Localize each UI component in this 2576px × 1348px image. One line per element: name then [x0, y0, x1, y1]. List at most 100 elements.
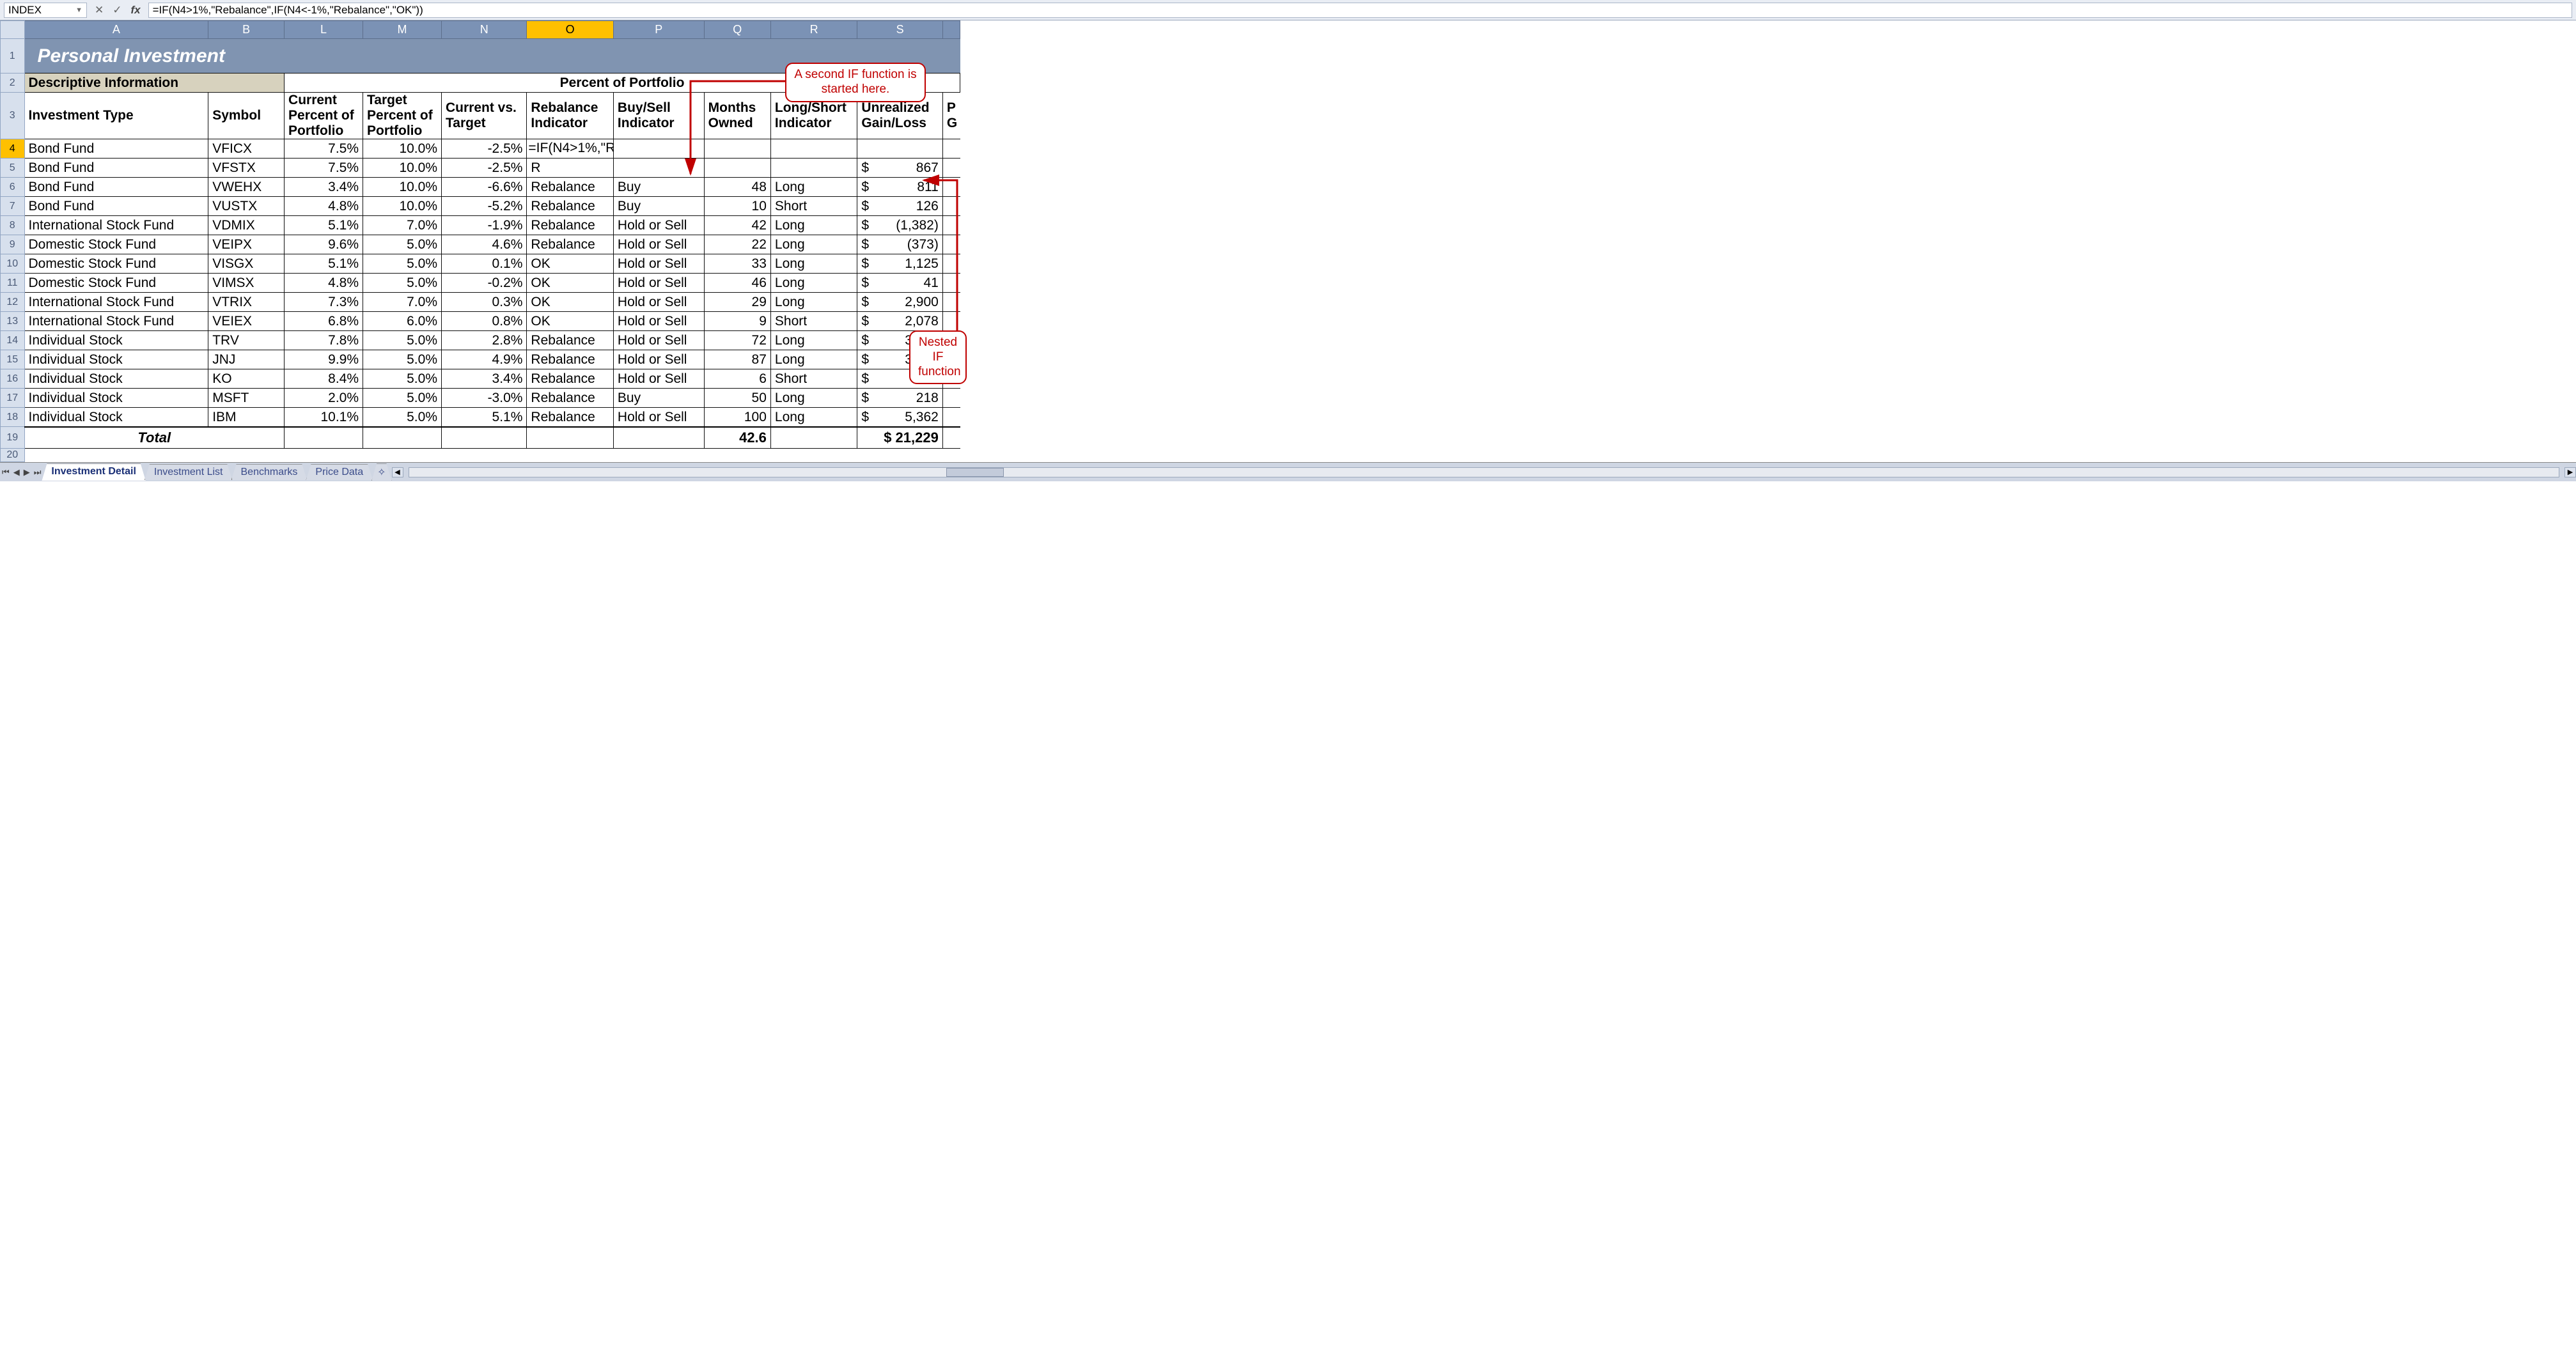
cell-cut[interactable] — [942, 408, 960, 427]
cell-cut[interactable] — [942, 178, 960, 197]
cell-current-vs-target[interactable]: -2.5% — [442, 159, 527, 178]
cell-current-pct[interactable]: 2.0% — [285, 389, 363, 408]
cell-symbol[interactable]: JNJ — [208, 350, 285, 369]
cell-rebalance[interactable]: Rebalance — [527, 235, 614, 254]
cell-investment-type[interactable]: Individual Stock — [24, 350, 208, 369]
cell-investment-type[interactable]: Bond Fund — [24, 159, 208, 178]
row-20[interactable]: 20 — [1, 449, 25, 462]
cell-current-vs-target[interactable]: -0.2% — [442, 274, 527, 293]
cell-investment-type[interactable]: International Stock Fund — [24, 293, 208, 312]
row-18[interactable]: 18 — [1, 408, 25, 427]
cell-cut[interactable] — [942, 235, 960, 254]
cell-target-pct[interactable]: 5.0% — [363, 235, 442, 254]
cell-buysell[interactable]: Hold or Sell — [613, 350, 704, 369]
new-sheet-icon[interactable]: ✧ — [371, 463, 391, 481]
cell-longshort[interactable]: Long — [770, 254, 857, 274]
cell-current-pct[interactable]: 9.6% — [285, 235, 363, 254]
cell-target-pct[interactable]: 5.0% — [363, 408, 442, 427]
row-4[interactable]: 4 — [1, 139, 25, 159]
insert-function-icon[interactable]: fx — [129, 4, 143, 17]
cell-rebalance[interactable]: Rebalance — [527, 369, 614, 389]
cell-rebalance[interactable]: OK — [527, 293, 614, 312]
cell-buysell[interactable]: Hold or Sell — [613, 254, 704, 274]
cell-months-owned[interactable]: 22 — [704, 235, 770, 254]
col-L[interactable]: L — [285, 21, 363, 39]
cell-symbol[interactable]: VISGX — [208, 254, 285, 274]
cell-target-pct[interactable]: 10.0% — [363, 139, 442, 159]
cell-gainloss[interactable] — [857, 139, 942, 159]
cell-buysell[interactable]: Hold or Sell — [613, 293, 704, 312]
horizontal-scrollbar[interactable]: ◀ ▶ — [392, 467, 2576, 477]
cell-current-vs-target[interactable]: -3.0% — [442, 389, 527, 408]
row-1[interactable]: 1 — [1, 39, 25, 74]
cell-target-pct[interactable]: 5.0% — [363, 389, 442, 408]
cell-current-vs-target[interactable]: -6.6% — [442, 178, 527, 197]
cell-longshort[interactable] — [770, 139, 857, 159]
row-7[interactable]: 7 — [1, 197, 25, 216]
cell-current-pct[interactable]: 7.5% — [285, 139, 363, 159]
tab-nav-prev-icon[interactable]: ◀ — [12, 467, 22, 477]
cell-symbol[interactable]: KO — [208, 369, 285, 389]
cell-longshort[interactable]: Long — [770, 293, 857, 312]
name-box-dropdown-icon[interactable]: ▼ — [75, 3, 82, 17]
tab-nav-next-icon[interactable]: ▶ — [22, 467, 32, 477]
cell-months-owned[interactable]: 48 — [704, 178, 770, 197]
cancel-icon[interactable]: ✕ — [92, 4, 106, 17]
tab-investment-detail[interactable]: Investment Detail — [42, 463, 145, 481]
cell-gainloss[interactable]: $126 — [857, 197, 942, 216]
cell-current-pct[interactable]: 8.4% — [285, 369, 363, 389]
row-11[interactable]: 11 — [1, 274, 25, 293]
cell-cut[interactable] — [942, 274, 960, 293]
row-14[interactable]: 14 — [1, 331, 25, 350]
cell-current-vs-target[interactable]: 4.9% — [442, 350, 527, 369]
cell-longshort[interactable]: Long — [770, 389, 857, 408]
cell-buysell[interactable]: Hold or Sell — [613, 369, 704, 389]
cell-symbol[interactable]: VEIEX — [208, 312, 285, 331]
cell-longshort[interactable]: Long — [770, 408, 857, 427]
row-19[interactable]: 19 — [1, 427, 25, 449]
name-box[interactable]: INDEX ▼ — [4, 3, 87, 18]
cell-cut[interactable] — [942, 216, 960, 235]
cell-current-pct[interactable]: 3.4% — [285, 178, 363, 197]
cell-symbol[interactable]: VFSTX — [208, 159, 285, 178]
cell-current-vs-target[interactable]: -5.2% — [442, 197, 527, 216]
cell-gainloss[interactable]: $1,125 — [857, 254, 942, 274]
cell-symbol[interactable]: VUSTX — [208, 197, 285, 216]
scroll-track[interactable] — [409, 467, 2559, 477]
cell-months-owned[interactable]: 100 — [704, 408, 770, 427]
cell-investment-type[interactable]: Individual Stock — [24, 369, 208, 389]
cell-gainloss[interactable]: $811 — [857, 178, 942, 197]
cell-months-owned[interactable]: 9 — [704, 312, 770, 331]
cell-buysell[interactable]: Hold or Sell — [613, 235, 704, 254]
cell-investment-type[interactable]: Bond Fund — [24, 178, 208, 197]
scroll-left-icon[interactable]: ◀ — [392, 467, 403, 477]
cell-symbol[interactable]: VTRIX — [208, 293, 285, 312]
cell-formula-edit[interactable]: =IF(N4>1%,"Rebalance",IF(N4<-1%,"Rebalan… — [527, 139, 614, 159]
cell-current-pct[interactable]: 9.9% — [285, 350, 363, 369]
cell-buysell[interactable] — [613, 159, 704, 178]
cell-target-pct[interactable]: 5.0% — [363, 369, 442, 389]
cell-cut[interactable] — [942, 254, 960, 274]
row-15[interactable]: 15 — [1, 350, 25, 369]
cell-cut[interactable] — [942, 312, 960, 331]
cell-months-owned[interactable]: 87 — [704, 350, 770, 369]
enter-icon[interactable]: ✓ — [110, 4, 124, 17]
cell-longshort[interactable]: Long — [770, 350, 857, 369]
cell-symbol[interactable]: MSFT — [208, 389, 285, 408]
cell-symbol[interactable]: VDMIX — [208, 216, 285, 235]
cell-investment-type[interactable]: Bond Fund — [24, 139, 208, 159]
cell-current-vs-target[interactable]: 3.4% — [442, 369, 527, 389]
cell-target-pct[interactable]: 7.0% — [363, 216, 442, 235]
cell-longshort[interactable]: Short — [770, 197, 857, 216]
cell-months-owned[interactable] — [704, 159, 770, 178]
col-Q[interactable]: Q — [704, 21, 770, 39]
cell-current-vs-target[interactable]: 0.3% — [442, 293, 527, 312]
tab-nav-first-icon[interactable]: ⏮ — [0, 467, 12, 477]
row-17[interactable]: 17 — [1, 389, 25, 408]
cell-target-pct[interactable]: 5.0% — [363, 350, 442, 369]
cell-current-pct[interactable]: 6.8% — [285, 312, 363, 331]
cell-buysell[interactable]: Buy — [613, 389, 704, 408]
cell-longshort[interactable]: Long — [770, 331, 857, 350]
cell-current-vs-target[interactable]: 0.8% — [442, 312, 527, 331]
tab-investment-list[interactable]: Investment List — [144, 464, 233, 480]
